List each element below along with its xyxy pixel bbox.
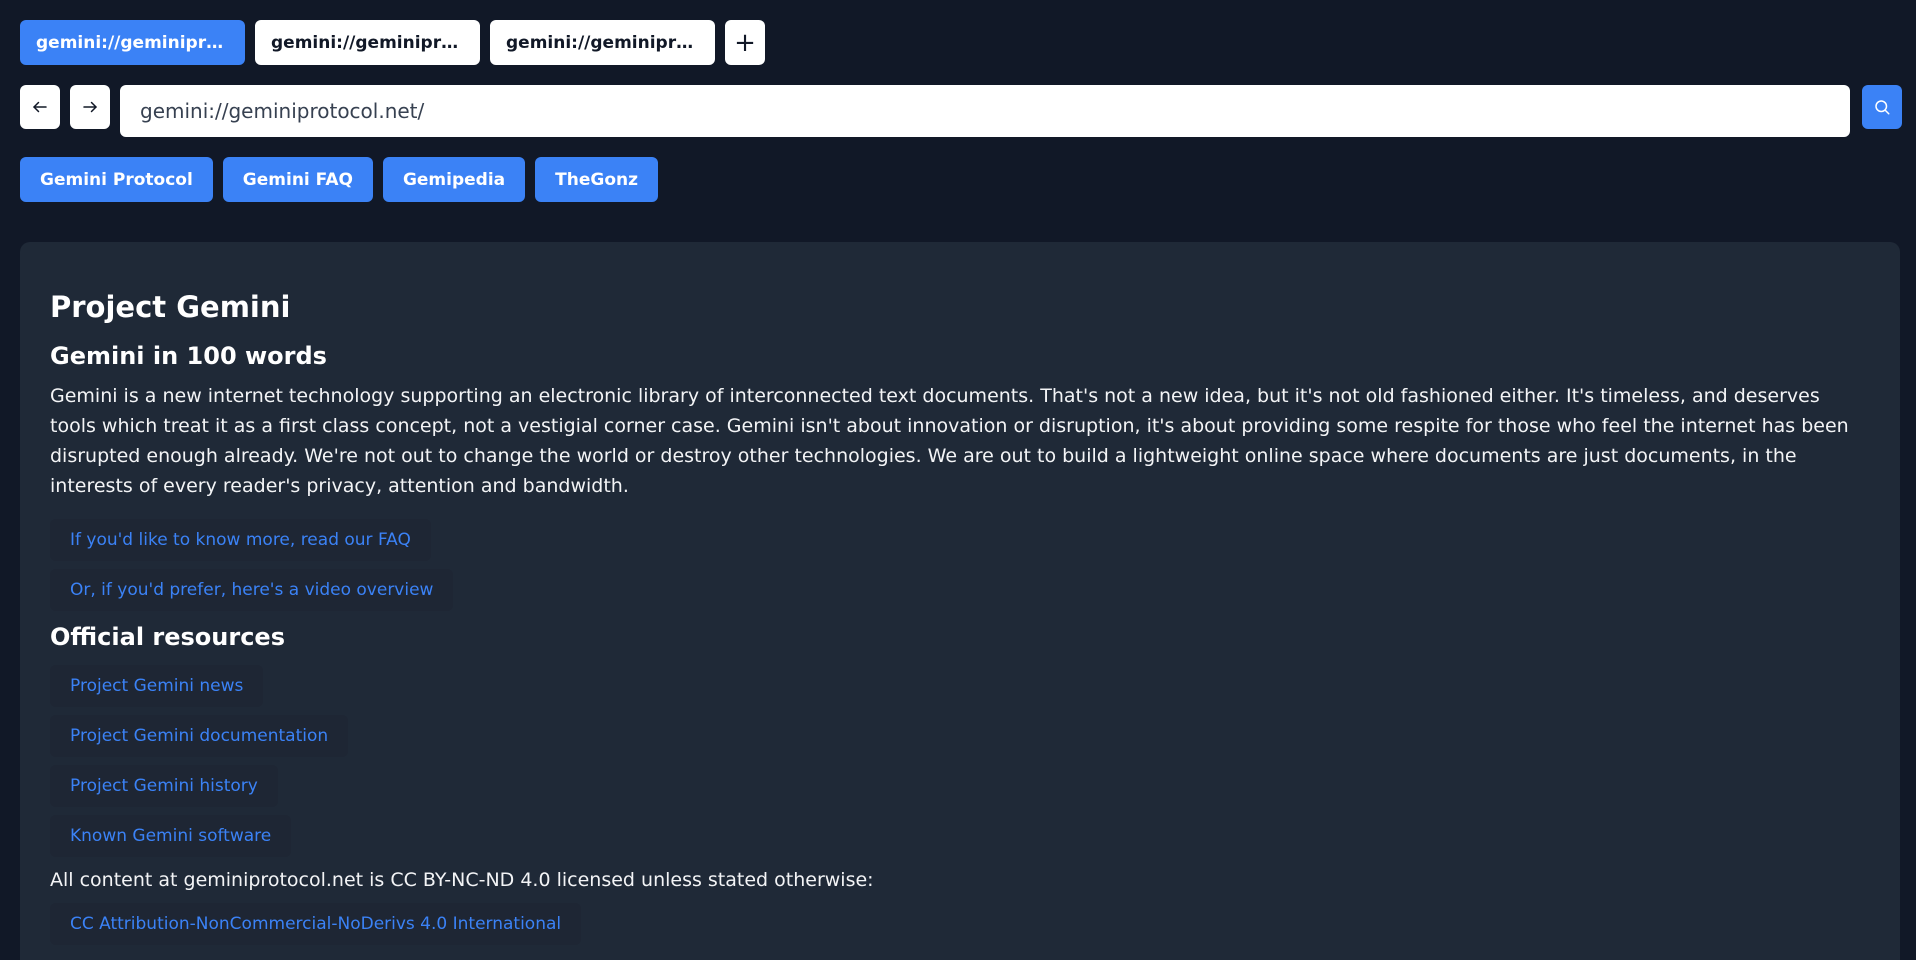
license-link[interactable]: CC Attribution-NonCommercial-NoDerivs 4.… xyxy=(50,903,582,946)
tab-bar: gemini://geminiprotocol.net/ gemini://ge… xyxy=(20,20,765,65)
tab-1[interactable]: gemini://geminiprotocol.net/ xyxy=(20,20,245,65)
tab-label: gemini://geminiprotocol.net/ xyxy=(36,32,229,53)
documentation-link[interactable]: Project Gemini documentation xyxy=(50,715,349,758)
url-input[interactable] xyxy=(120,85,1850,137)
intro-paragraph: Gemini is a new internet technology supp… xyxy=(50,384,1849,497)
video-overview-link[interactable]: Or, if you'd prefer, here's a video over… xyxy=(50,568,454,611)
news-link[interactable]: Project Gemini news xyxy=(50,665,264,708)
bookmark-gemipedia[interactable]: Gemipedia xyxy=(382,157,526,202)
faq-link[interactable]: If you'd like to know more, read our FAQ xyxy=(50,518,431,561)
back-button[interactable] xyxy=(20,85,60,129)
go-button[interactable] xyxy=(1862,85,1902,129)
license-text: All content at geminiprotocol.net is CC … xyxy=(50,869,874,892)
page-title: Project Gemini xyxy=(50,290,291,324)
bookmark-gemini-protocol[interactable]: Gemini Protocol xyxy=(20,157,213,202)
bookmark-bar: Gemini Protocol Gemini FAQ Gemipedia The… xyxy=(20,157,659,202)
tab-label: gemini://geminiprotocol.net/ xyxy=(506,32,699,53)
arrow-left-icon xyxy=(33,101,47,113)
bookmark-gemini-faq[interactable]: Gemini FAQ xyxy=(222,157,373,202)
new-tab-button[interactable]: + xyxy=(725,20,765,65)
tab-3[interactable]: gemini://geminiprotocol.net/ xyxy=(490,20,715,65)
tab-2[interactable]: gemini://geminiprotocol.net/ xyxy=(255,20,480,65)
forward-button[interactable] xyxy=(70,85,110,129)
plus-icon: + xyxy=(734,27,756,58)
bookmark-thegonz[interactable]: TheGonz xyxy=(535,157,659,202)
navigation-bar xyxy=(20,85,1902,137)
history-link[interactable]: Project Gemini history xyxy=(50,765,278,808)
section-heading: Official resources xyxy=(50,622,285,651)
arrow-right-icon xyxy=(83,101,97,113)
page-content: Project Gemini Gemini in 100 words Gemin… xyxy=(20,242,1900,960)
software-link[interactable]: Known Gemini software xyxy=(50,815,292,858)
tab-label: gemini://geminiprotocol.net/ xyxy=(271,32,464,53)
section-heading: Gemini in 100 words xyxy=(50,341,327,370)
search-icon xyxy=(1875,100,1890,115)
